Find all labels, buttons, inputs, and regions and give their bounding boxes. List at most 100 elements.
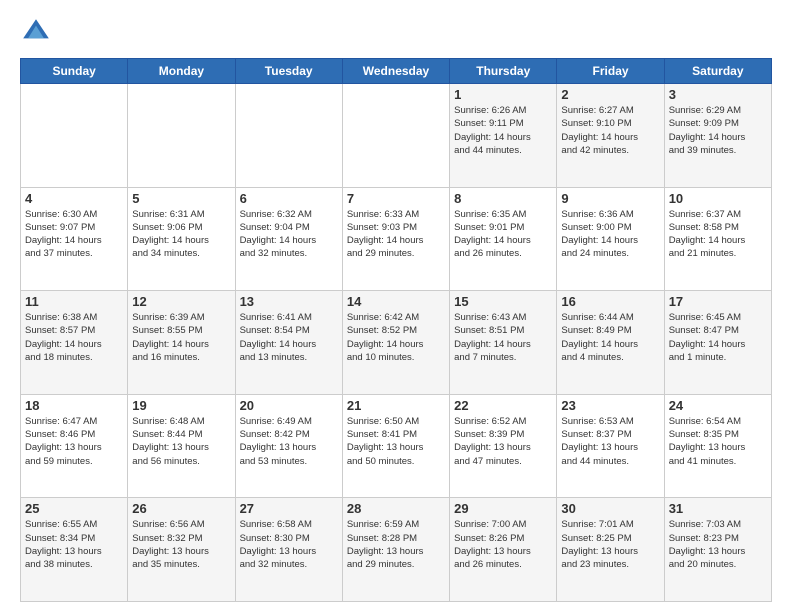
- day-info: Sunrise: 6:50 AM Sunset: 8:41 PM Dayligh…: [347, 415, 445, 468]
- day-info: Sunrise: 6:42 AM Sunset: 8:52 PM Dayligh…: [347, 311, 445, 364]
- day-info: Sunrise: 6:53 AM Sunset: 8:37 PM Dayligh…: [561, 415, 659, 468]
- calendar-cell: 21 Sunrise: 6:50 AM Sunset: 8:41 PM Dayli…: [342, 394, 449, 498]
- day-number: 13: [240, 294, 338, 309]
- calendar-week-row: 25Sunrise: 6:55 AM Sunset: 8:34 PM Dayli…: [21, 498, 772, 602]
- day-info: Sunrise: 6:41 AM Sunset: 8:54 PM Dayligh…: [240, 311, 338, 364]
- header: [20, 16, 772, 48]
- calendar-cell: 14 Sunrise: 6:42 AM Sunset: 8:52 PM Dayli…: [342, 291, 449, 395]
- day-number: 31: [669, 501, 767, 516]
- day-info: Sunrise: 6:39 AM Sunset: 8:55 PM Dayligh…: [132, 311, 230, 364]
- calendar-cell: 6 Sunrise: 6:32 AM Sunset: 9:04 PM Daylig…: [235, 187, 342, 291]
- day-number: 11: [25, 294, 123, 309]
- calendar-week-row: 1 Sunrise: 6:26 AM Sunset: 9:11 PM Daylig…: [21, 84, 772, 188]
- day-info: Sunrise: 6:31 AM Sunset: 9:06 PM Dayligh…: [132, 208, 230, 261]
- calendar-cell: 26 Sunrise: 6:56 AM Sunset: 8:32 PM Dayli…: [128, 498, 235, 602]
- day-info: Sunrise: 6:48 AM Sunset: 8:44 PM Dayligh…: [132, 415, 230, 468]
- calendar-cell: 1 Sunrise: 6:26 AM Sunset: 9:11 PM Daylig…: [450, 84, 557, 188]
- day-number: 9: [561, 191, 659, 206]
- day-number: 8: [454, 191, 552, 206]
- day-info: Sunrise: 6:44 AM Sunset: 8:49 PM Dayligh…: [561, 311, 659, 364]
- calendar-day-header: Tuesday: [235, 59, 342, 84]
- calendar-day-header: Sunday: [21, 59, 128, 84]
- day-info: Sunrise: 6:47 AM Sunset: 8:46 PM Dayligh…: [25, 415, 123, 468]
- calendar-cell: 5 Sunrise: 6:31 AM Sunset: 9:06 PM Daylig…: [128, 187, 235, 291]
- calendar-day-header: Wednesday: [342, 59, 449, 84]
- day-info: Sunrise: 7:01 AM Sunset: 8:25 PM Dayligh…: [561, 518, 659, 571]
- calendar-cell: 18 Sunrise: 6:47 AM Sunset: 8:46 PM Dayli…: [21, 394, 128, 498]
- day-number: 25: [25, 501, 123, 516]
- calendar-cell: 15Sunrise: 6:43 AM Sunset: 8:51 PM Dayli…: [450, 291, 557, 395]
- calendar-cell: 25Sunrise: 6:55 AM Sunset: 8:34 PM Dayli…: [21, 498, 128, 602]
- calendar-cell: 29 Sunrise: 7:00 AM Sunset: 8:26 PM Dayli…: [450, 498, 557, 602]
- day-number: 14: [347, 294, 445, 309]
- day-number: 22: [454, 398, 552, 413]
- day-number: 29: [454, 501, 552, 516]
- calendar-cell: 8 Sunrise: 6:35 AM Sunset: 9:01 PM Daylig…: [450, 187, 557, 291]
- day-info: Sunrise: 6:37 AM Sunset: 8:58 PM Dayligh…: [669, 208, 767, 261]
- day-number: 5: [132, 191, 230, 206]
- day-number: 7: [347, 191, 445, 206]
- day-number: 20: [240, 398, 338, 413]
- day-number: 21: [347, 398, 445, 413]
- day-info: Sunrise: 6:56 AM Sunset: 8:32 PM Dayligh…: [132, 518, 230, 571]
- day-info: Sunrise: 6:27 AM Sunset: 9:10 PM Dayligh…: [561, 104, 659, 157]
- calendar-cell: 20 Sunrise: 6:49 AM Sunset: 8:42 PM Dayli…: [235, 394, 342, 498]
- day-number: 26: [132, 501, 230, 516]
- day-info: Sunrise: 6:33 AM Sunset: 9:03 PM Dayligh…: [347, 208, 445, 261]
- calendar-cell: 4 Sunrise: 6:30 AM Sunset: 9:07 PM Daylig…: [21, 187, 128, 291]
- day-number: 3: [669, 87, 767, 102]
- day-info: Sunrise: 6:29 AM Sunset: 9:09 PM Dayligh…: [669, 104, 767, 157]
- calendar-cell: [21, 84, 128, 188]
- calendar-day-header: Friday: [557, 59, 664, 84]
- day-info: Sunrise: 6:38 AM Sunset: 8:57 PM Dayligh…: [25, 311, 123, 364]
- calendar-cell: [235, 84, 342, 188]
- calendar-cell: 3 Sunrise: 6:29 AM Sunset: 9:09 PM Daylig…: [664, 84, 771, 188]
- day-number: 1: [454, 87, 552, 102]
- day-number: 16: [561, 294, 659, 309]
- calendar-table: SundayMondayTuesdayWednesdayThursdayFrid…: [20, 58, 772, 602]
- day-info: Sunrise: 6:26 AM Sunset: 9:11 PM Dayligh…: [454, 104, 552, 157]
- calendar-cell: 24Sunrise: 6:54 AM Sunset: 8:35 PM Dayli…: [664, 394, 771, 498]
- day-info: Sunrise: 6:59 AM Sunset: 8:28 PM Dayligh…: [347, 518, 445, 571]
- calendar-cell: 30 Sunrise: 7:01 AM Sunset: 8:25 PM Dayli…: [557, 498, 664, 602]
- day-info: Sunrise: 6:32 AM Sunset: 9:04 PM Dayligh…: [240, 208, 338, 261]
- calendar-cell: [342, 84, 449, 188]
- calendar-day-header: Saturday: [664, 59, 771, 84]
- day-number: 30: [561, 501, 659, 516]
- calendar-cell: 12 Sunrise: 6:39 AM Sunset: 8:55 PM Dayli…: [128, 291, 235, 395]
- calendar-week-row: 18 Sunrise: 6:47 AM Sunset: 8:46 PM Dayli…: [21, 394, 772, 498]
- day-number: 6: [240, 191, 338, 206]
- day-number: 4: [25, 191, 123, 206]
- calendar-cell: 10 Sunrise: 6:37 AM Sunset: 8:58 PM Dayli…: [664, 187, 771, 291]
- calendar-cell: 19 Sunrise: 6:48 AM Sunset: 8:44 PM Dayli…: [128, 394, 235, 498]
- day-info: Sunrise: 6:36 AM Sunset: 9:00 PM Dayligh…: [561, 208, 659, 261]
- calendar-week-row: 11 Sunrise: 6:38 AM Sunset: 8:57 PM Dayli…: [21, 291, 772, 395]
- day-number: 2: [561, 87, 659, 102]
- logo: [20, 16, 56, 48]
- calendar-cell: 16 Sunrise: 6:44 AM Sunset: 8:49 PM Dayli…: [557, 291, 664, 395]
- day-number: 15: [454, 294, 552, 309]
- day-number: 12: [132, 294, 230, 309]
- day-number: 10: [669, 191, 767, 206]
- day-info: Sunrise: 6:30 AM Sunset: 9:07 PM Dayligh…: [25, 208, 123, 261]
- day-info: Sunrise: 6:35 AM Sunset: 9:01 PM Dayligh…: [454, 208, 552, 261]
- calendar-cell: 7 Sunrise: 6:33 AM Sunset: 9:03 PM Daylig…: [342, 187, 449, 291]
- page: SundayMondayTuesdayWednesdayThursdayFrid…: [0, 0, 792, 612]
- day-number: 19: [132, 398, 230, 413]
- calendar-day-header: Thursday: [450, 59, 557, 84]
- calendar-week-row: 4 Sunrise: 6:30 AM Sunset: 9:07 PM Daylig…: [21, 187, 772, 291]
- calendar-header-row: SundayMondayTuesdayWednesdayThursdayFrid…: [21, 59, 772, 84]
- day-info: Sunrise: 7:00 AM Sunset: 8:26 PM Dayligh…: [454, 518, 552, 571]
- day-number: 18: [25, 398, 123, 413]
- day-number: 17: [669, 294, 767, 309]
- day-number: 28: [347, 501, 445, 516]
- calendar-day-header: Monday: [128, 59, 235, 84]
- day-info: Sunrise: 6:52 AM Sunset: 8:39 PM Dayligh…: [454, 415, 552, 468]
- calendar-cell: 27Sunrise: 6:58 AM Sunset: 8:30 PM Dayli…: [235, 498, 342, 602]
- day-number: 27: [240, 501, 338, 516]
- day-info: Sunrise: 6:54 AM Sunset: 8:35 PM Dayligh…: [669, 415, 767, 468]
- calendar-cell: 28 Sunrise: 6:59 AM Sunset: 8:28 PM Dayli…: [342, 498, 449, 602]
- calendar-cell: 11 Sunrise: 6:38 AM Sunset: 8:57 PM Dayli…: [21, 291, 128, 395]
- calendar-cell: 22 Sunrise: 6:52 AM Sunset: 8:39 PM Dayli…: [450, 394, 557, 498]
- day-info: Sunrise: 6:49 AM Sunset: 8:42 PM Dayligh…: [240, 415, 338, 468]
